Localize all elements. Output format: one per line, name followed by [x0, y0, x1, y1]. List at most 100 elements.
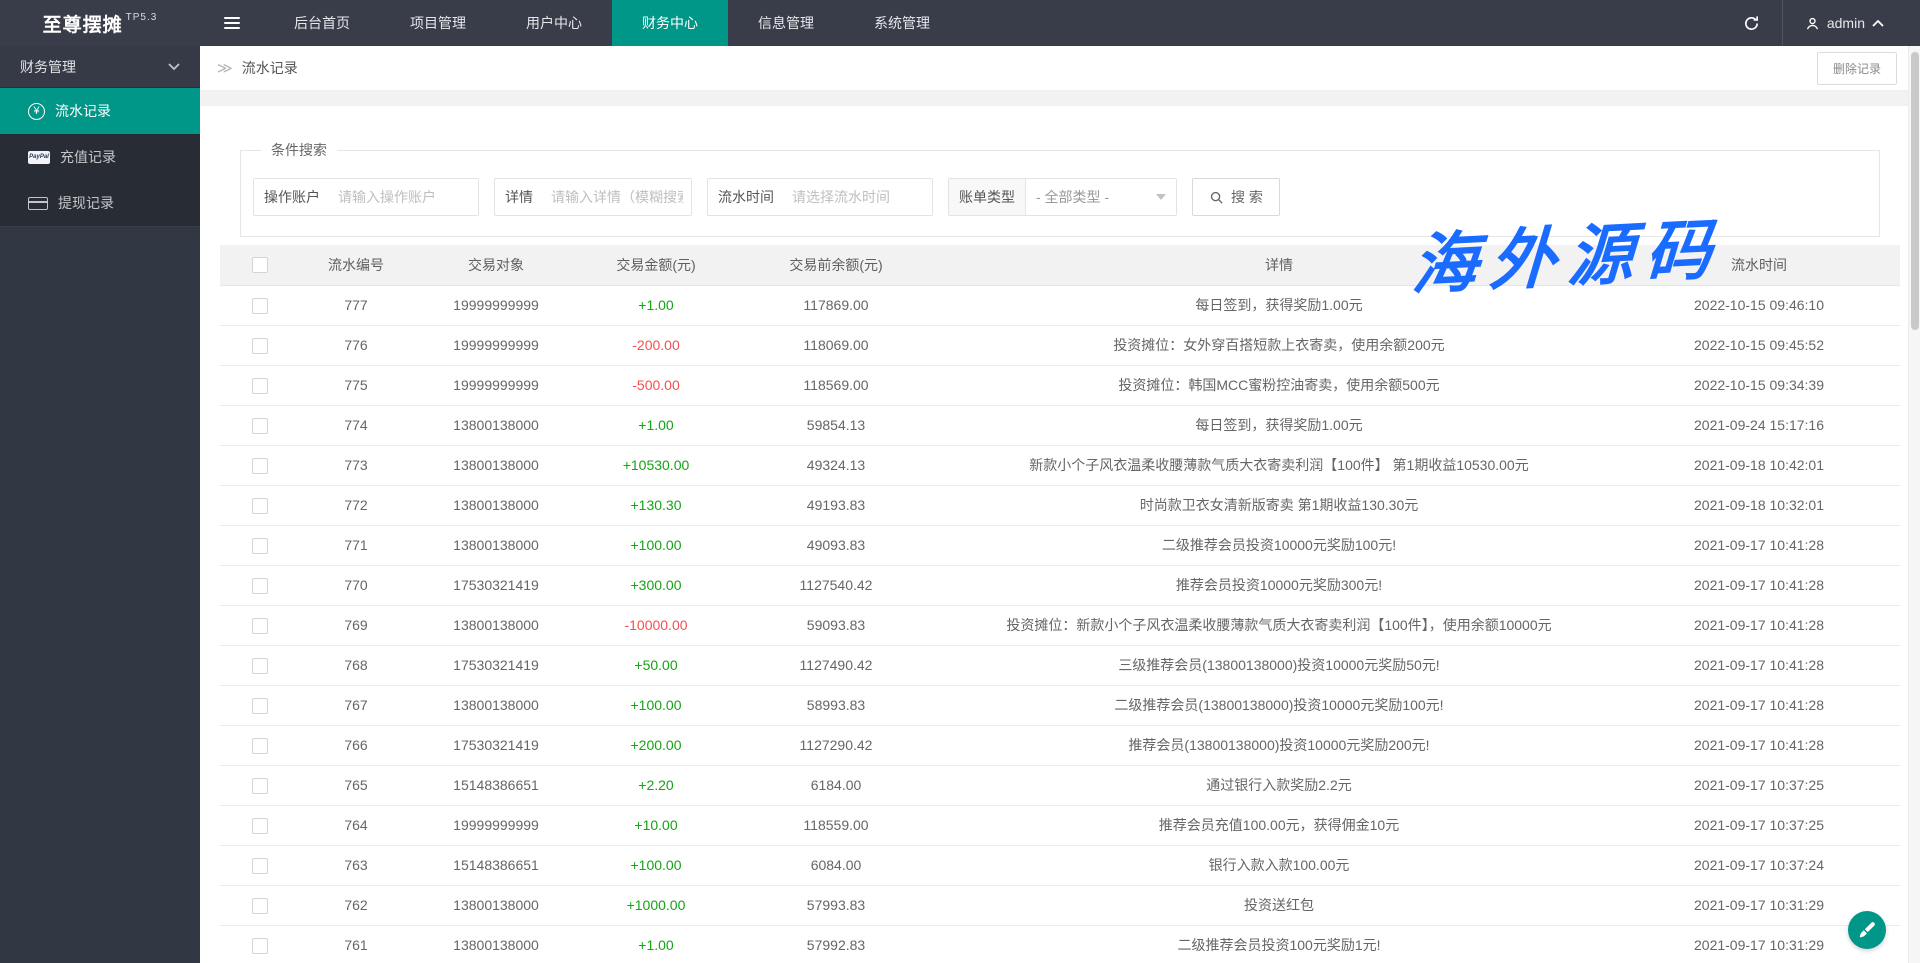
row-checkbox[interactable] [252, 338, 268, 354]
table-row: 76515148386651+2.206184.00通过银行入款奖励2.2元20… [220, 765, 1900, 805]
nav-item-info-manage[interactable]: 信息管理 [728, 0, 844, 46]
flow-id-cell: 762 [300, 885, 412, 925]
table-body: 77719999999999+1.00117869.00每日签到，获得奖励1.0… [220, 285, 1900, 963]
theme-settings-button[interactable] [1848, 911, 1886, 949]
sidebar-item-flow-records[interactable]: ¥流水记录 [0, 88, 200, 134]
detail-input[interactable] [543, 179, 691, 215]
row-checkbox[interactable] [252, 938, 268, 954]
row-checkbox-cell [220, 565, 300, 605]
nav-item-dashboard-home[interactable]: 后台首页 [264, 0, 380, 46]
time-cell: 2022-10-15 09:34:39 [1618, 365, 1900, 405]
flow-id-cell: 768 [300, 645, 412, 685]
flow-id-cell: 770 [300, 565, 412, 605]
table-row: 76713800138000+100.0058993.83二级推荐会员(1380… [220, 685, 1900, 725]
account-cell: 17530321419 [412, 645, 580, 685]
detail-cell: 二级推荐会员投资100元奖励1元! [940, 925, 1618, 963]
field-label: 操作账户 [254, 179, 330, 215]
nav-item-finance-center[interactable]: 财务中心 [612, 0, 728, 46]
balance-cell: 118569.00 [732, 365, 940, 405]
search-field-operator-account: 操作账户 [253, 178, 479, 216]
row-checkbox[interactable] [252, 298, 268, 314]
magnifier-icon [1209, 190, 1224, 205]
time-cell: 2022-10-15 09:46:10 [1618, 285, 1900, 325]
row-checkbox[interactable] [252, 458, 268, 474]
table-row: 77519999999999-500.00118569.00投资摊位：韩国MCC… [220, 365, 1900, 405]
content-area: ≫ 流水记录 删除记录 条件搜索 操作账户详情流水时间账单类型- 全部类型 -搜… [200, 46, 1920, 963]
hamburger-icon[interactable] [200, 0, 264, 46]
amount-cell: -500.00 [580, 365, 732, 405]
breadcrumb-bar: ≫ 流水记录 删除记录 [200, 46, 1920, 91]
amount-cell: +1.00 [580, 285, 732, 325]
double-chevron-right-icon: ≫ [217, 59, 233, 77]
flow-id-cell: 775 [300, 365, 412, 405]
balance-cell: 57992.83 [732, 925, 940, 963]
refresh-icon [1743, 15, 1760, 32]
flow-id-cell: 767 [300, 685, 412, 725]
row-checkbox-cell [220, 325, 300, 365]
row-checkbox[interactable] [252, 698, 268, 714]
detail-cell: 每日签到，获得奖励1.00元 [940, 285, 1618, 325]
row-checkbox[interactable] [252, 818, 268, 834]
nav-item-system-manage[interactable]: 系统管理 [844, 0, 960, 46]
flow-id-cell: 776 [300, 325, 412, 365]
paint-brush-icon [1857, 920, 1877, 940]
user-menu[interactable]: admin [1783, 0, 1906, 46]
row-checkbox[interactable] [252, 738, 268, 754]
sidebar-item-recharge-records[interactable]: PayPal充值记录 [0, 134, 200, 180]
table-row: 77213800138000+130.3049193.83时尚款卫衣女清新版寄卖… [220, 485, 1900, 525]
delete-records-button[interactable]: 删除记录 [1817, 52, 1897, 85]
search-button[interactable]: 搜 索 [1192, 178, 1280, 216]
row-checkbox[interactable] [252, 498, 268, 514]
time-cell: 2021-09-17 10:41:28 [1618, 565, 1900, 605]
time-cell: 2021-09-17 10:41:28 [1618, 525, 1900, 565]
user-icon [1805, 16, 1820, 31]
sidebar-item-withdraw-records[interactable]: 提现记录 [0, 180, 200, 226]
amount-cell: -10000.00 [580, 605, 732, 645]
flow-id-cell: 773 [300, 445, 412, 485]
detail-cell: 推荐会员(13800138000)投资10000元奖励200元! [940, 725, 1618, 765]
row-checkbox[interactable] [252, 618, 268, 634]
amount-cell: +1.00 [580, 405, 732, 445]
search-legend: 条件搜索 [261, 140, 337, 160]
caret-down-icon [1156, 194, 1166, 200]
nav-item-user-center[interactable]: 用户中心 [496, 0, 612, 46]
select-all-checkbox[interactable] [252, 257, 268, 273]
flow-id-cell: 764 [300, 805, 412, 845]
row-checkbox[interactable] [252, 858, 268, 874]
column-header: 交易对象 [412, 245, 580, 285]
account-cell: 17530321419 [412, 725, 580, 765]
row-checkbox[interactable] [252, 658, 268, 674]
balance-cell: 49093.83 [732, 525, 940, 565]
flow-id-cell: 761 [300, 925, 412, 963]
scrollbar-thumb[interactable] [1911, 52, 1919, 330]
amount-cell: +50.00 [580, 645, 732, 685]
row-checkbox-cell [220, 885, 300, 925]
flow-time-input[interactable] [784, 179, 932, 215]
row-checkbox[interactable] [252, 778, 268, 794]
row-checkbox[interactable] [252, 418, 268, 434]
amount-cell: +1.00 [580, 925, 732, 963]
sidebar-section-finance[interactable]: 财务管理 [0, 46, 200, 88]
nav-item-project-manage[interactable]: 项目管理 [380, 0, 496, 46]
row-checkbox[interactable] [252, 538, 268, 554]
balance-cell: 49324.13 [732, 445, 940, 485]
chevron-up-icon [1872, 19, 1884, 27]
bill-type-select[interactable]: - 全部类型 - [1026, 179, 1176, 215]
detail-cell: 投资摊位：新款小个子风衣温柔收腰薄款气质大衣寄卖利润【100件】，使用余额100… [940, 605, 1618, 645]
balance-cell: 117869.00 [732, 285, 940, 325]
scrollbar[interactable] [1908, 46, 1920, 963]
refresh-icon[interactable] [1721, 0, 1782, 46]
row-checkbox[interactable] [252, 898, 268, 914]
balance-cell: 118069.00 [732, 325, 940, 365]
row-checkbox[interactable] [252, 378, 268, 394]
table-row: 77413800138000+1.0059854.13每日签到，获得奖励1.00… [220, 405, 1900, 445]
amount-cell: +2.20 [580, 765, 732, 805]
amount-cell: +100.00 [580, 685, 732, 725]
select-value: - 全部类型 - [1036, 187, 1109, 207]
account-cell: 13800138000 [412, 925, 580, 963]
row-checkbox[interactable] [252, 578, 268, 594]
operator-account-input[interactable] [330, 179, 478, 215]
balance-cell: 59093.83 [732, 605, 940, 645]
table-row: 77017530321419+300.001127540.42推荐会员投资100… [220, 565, 1900, 605]
column-header: 流水编号 [300, 245, 412, 285]
